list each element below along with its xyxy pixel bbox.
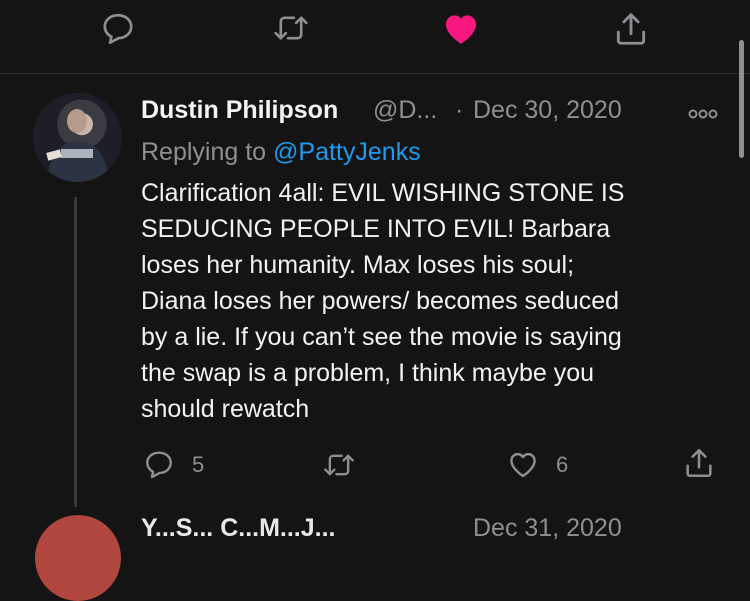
share-icon[interactable] (682, 446, 716, 480)
next-author-name[interactable]: Y...S... C...M...J... (141, 514, 336, 543)
retweet-icon[interactable] (272, 10, 310, 46)
scrollbar[interactable] (739, 40, 744, 158)
next-tweet-date[interactable]: Dec 31, 2020 (473, 514, 622, 543)
thread-line (74, 197, 77, 507)
share-icon[interactable] (612, 10, 650, 48)
more-options-icon[interactable] (688, 108, 718, 120)
mention-link[interactable]: @PattyJenks (273, 138, 421, 166)
author-handle[interactable]: @D... (373, 96, 437, 125)
tweet-text: Clarification 4all: EVIL WISHING STONE I… (141, 179, 625, 423)
author-name[interactable]: Dustin Philipson (141, 96, 338, 125)
like-count: 6 (556, 452, 569, 477)
heart-filled-icon[interactable] (442, 10, 480, 46)
retweet-icon[interactable] (322, 449, 356, 481)
next-avatar[interactable] (35, 515, 121, 601)
replying-label: Replying to (141, 138, 267, 166)
reply-icon[interactable] (100, 10, 136, 46)
reply-count: 5 (192, 452, 205, 477)
divider (0, 73, 750, 74)
avatar[interactable] (33, 93, 122, 182)
tweet-date[interactable]: Dec 30, 2020 (473, 96, 622, 125)
reply-icon[interactable] (143, 448, 175, 480)
separator-dot: · (455, 96, 464, 124)
heart-icon[interactable] (507, 449, 539, 479)
replying-to-line: Replying to @PattyJenks (141, 138, 421, 167)
